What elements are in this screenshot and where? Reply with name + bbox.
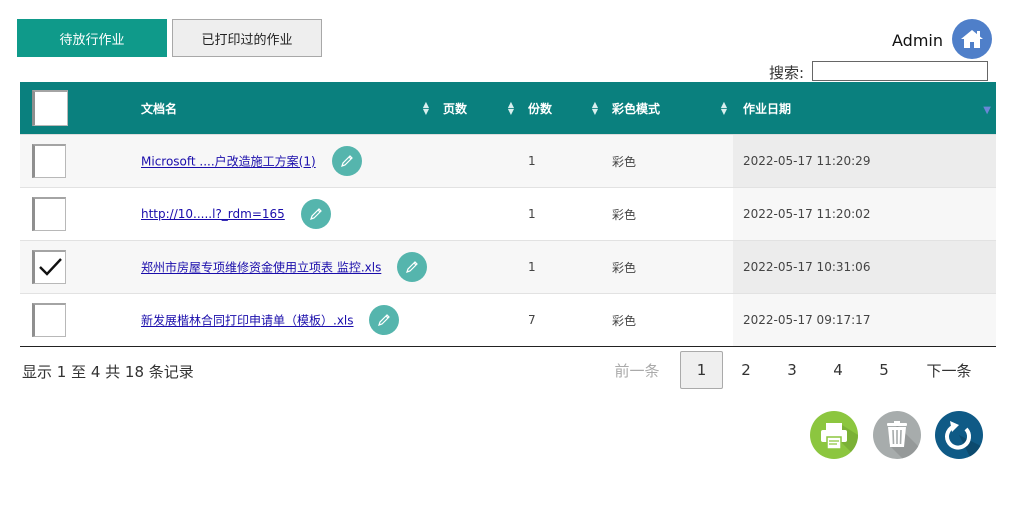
page-button-2[interactable]: 2 xyxy=(723,351,769,389)
row-checkbox[interactable] xyxy=(32,197,66,231)
copies-cell: 1 xyxy=(520,134,604,188)
edit-button[interactable] xyxy=(331,146,362,176)
checkmark-icon xyxy=(39,258,62,276)
row-checkbox[interactable] xyxy=(32,250,66,284)
sort-icon: ▲ ▼ xyxy=(507,100,514,116)
color-mode-cell: 彩色 xyxy=(604,134,733,188)
page-button-1[interactable]: 1 xyxy=(680,351,723,389)
pages-cell xyxy=(435,293,520,347)
date-cell: 2022-05-17 11:20:29 xyxy=(733,134,996,188)
sort-icon: ▲ ▼ xyxy=(422,100,429,116)
sort-icon: ▲ ▼ xyxy=(591,100,598,116)
pencil-icon xyxy=(406,261,419,273)
page-button-4[interactable]: 4 xyxy=(815,351,861,389)
row-checkbox[interactable] xyxy=(32,144,66,178)
edit-button[interactable] xyxy=(369,305,400,335)
table-row[interactable]: 新发展楷林合同打印申请单（模板）.xls 7 彩色 2022-05-17 09:… xyxy=(20,293,996,347)
home-icon xyxy=(961,30,983,48)
tab-printed-jobs[interactable]: 已打印过的作业 xyxy=(172,19,322,57)
refresh-icon xyxy=(945,421,983,459)
home-button[interactable] xyxy=(952,19,992,59)
copies-cell: 1 xyxy=(520,240,604,294)
jobs-table: 文档名 ▲ ▼ 页数 ▲ ▼ 份数 ▲ ▼ 彩色模式 ▲ ▼ 作业日期 ▼ Mi… xyxy=(20,82,996,347)
date-cell: 2022-05-17 11:20:02 xyxy=(733,187,996,241)
row-checkbox[interactable] xyxy=(32,303,66,337)
column-header-color-mode[interactable]: 彩色模式 ▲ ▼ xyxy=(604,82,733,135)
edit-button[interactable] xyxy=(397,252,428,282)
pages-cell xyxy=(435,187,520,241)
date-cell: 2022-05-17 09:17:17 xyxy=(733,293,996,347)
pages-cell xyxy=(435,240,520,294)
print-icon xyxy=(821,423,858,459)
select-all-checkbox[interactable] xyxy=(32,90,68,126)
page-button-3[interactable]: 3 xyxy=(769,351,815,389)
select-all-cell xyxy=(20,82,123,135)
column-header-pages[interactable]: 页数 ▲ ▼ xyxy=(435,82,520,135)
pagination-info: 显示 1 至 4 共 18 条记录 xyxy=(22,363,194,381)
pencil-icon xyxy=(378,314,391,326)
document-name-link[interactable]: 新发展楷林合同打印申请单（模板）.xls xyxy=(141,314,354,328)
pages-cell xyxy=(435,134,520,188)
trash-icon xyxy=(887,421,921,459)
column-header-copies[interactable]: 份数 ▲ ▼ xyxy=(520,82,604,135)
search-label: 搜索: xyxy=(769,64,805,82)
username-label: Admin xyxy=(892,31,943,50)
date-cell: 2022-05-17 10:31:06 xyxy=(733,240,996,294)
color-mode-cell: 彩色 xyxy=(604,240,733,294)
table-row[interactable]: Microsoft ....户改造施工方案(1) 1 彩色 2022-05-17… xyxy=(20,134,996,188)
table-row[interactable]: 郑州市房屋专项维修资金使用立项表 监控.xls 1 彩色 2022-05-17 … xyxy=(20,240,996,294)
color-mode-cell: 彩色 xyxy=(604,187,733,241)
next-page-button[interactable]: 下一条 xyxy=(913,351,985,389)
document-name-link[interactable]: 郑州市房屋专项维修资金使用立项表 监控.xls xyxy=(141,261,381,275)
document-name-link[interactable]: Microsoft ....户改造施工方案(1) xyxy=(141,155,316,169)
sort-icon: ▲ ▼ xyxy=(720,100,727,116)
delete-button[interactable] xyxy=(873,411,921,459)
column-header-date[interactable]: 作业日期 ▼ xyxy=(733,82,996,135)
copies-cell: 7 xyxy=(520,293,604,347)
document-name-link[interactable]: http://10.....l?_rdm=165 xyxy=(141,207,285,221)
copies-cell: 1 xyxy=(520,187,604,241)
pencil-icon xyxy=(309,208,322,220)
search-input[interactable] xyxy=(812,61,988,81)
refresh-button[interactable] xyxy=(935,411,983,459)
sort-desc-icon: ▼ xyxy=(983,105,991,116)
table-row[interactable]: http://10.....l?_rdm=165 1 彩色 2022-05-17… xyxy=(20,187,996,241)
column-header-name[interactable]: 文档名 ▲ ▼ xyxy=(123,82,435,135)
page-button-5[interactable]: 5 xyxy=(861,351,907,389)
tab-pending-jobs[interactable]: 待放行作业 xyxy=(17,19,167,57)
pagination: 前一条 1 2 3 4 5 下一条 xyxy=(600,351,985,389)
pencil-icon xyxy=(340,155,353,167)
table-header-row: 文档名 ▲ ▼ 页数 ▲ ▼ 份数 ▲ ▼ 彩色模式 ▲ ▼ 作业日期 ▼ xyxy=(20,82,996,135)
edit-button[interactable] xyxy=(300,199,331,229)
color-mode-cell: 彩色 xyxy=(604,293,733,347)
prev-page-button[interactable]: 前一条 xyxy=(600,351,674,389)
print-button[interactable] xyxy=(810,411,858,459)
